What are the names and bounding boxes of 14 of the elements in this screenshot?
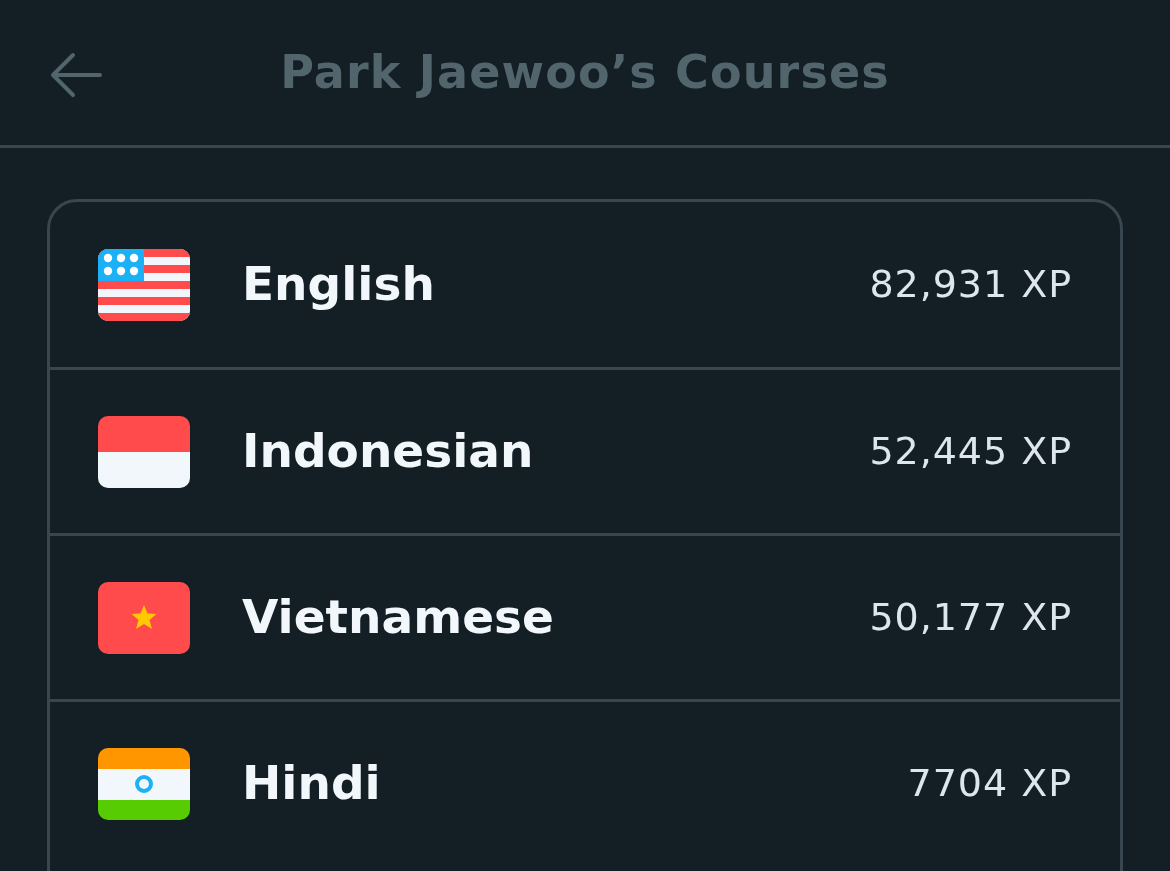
- course-xp: 50,177 XP: [869, 594, 1072, 641]
- course-name: Vietnamese: [242, 588, 554, 647]
- back-arrow-icon[interactable]: [50, 52, 102, 98]
- course-name: English: [242, 255, 435, 314]
- flag-icon: [98, 581, 190, 654]
- flag-icon: [98, 415, 190, 488]
- course-xp: 7704 XP: [907, 760, 1072, 807]
- course-name: Indonesian: [242, 422, 534, 481]
- course-xp: 82,931 XP: [869, 261, 1072, 308]
- course-xp: 52,445 XP: [869, 428, 1072, 475]
- course-name: Hindi: [242, 754, 381, 813]
- flag-icon: [98, 747, 190, 820]
- flag-icon: [98, 248, 190, 321]
- page-title: Park Jaewoo’s Courses: [280, 44, 890, 101]
